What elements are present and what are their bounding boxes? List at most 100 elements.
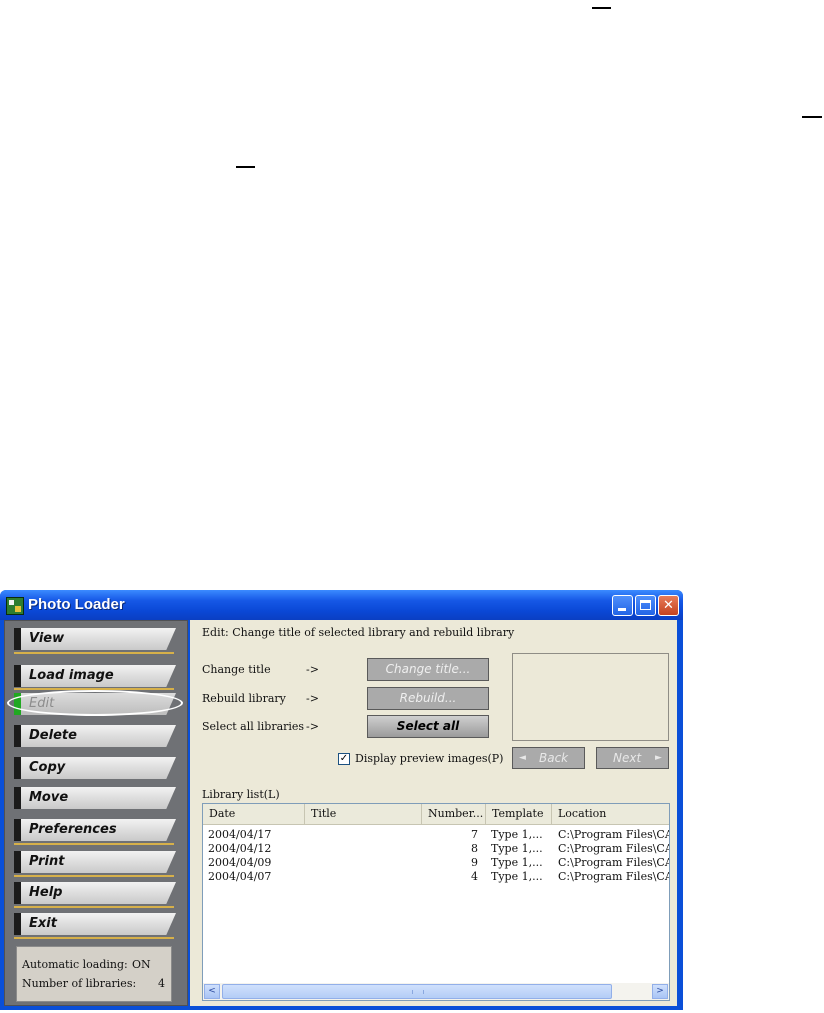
change-title-button[interactable]: Change title... xyxy=(367,658,489,681)
decorative-line xyxy=(236,166,255,168)
select-all-button[interactable]: Select all xyxy=(367,715,489,738)
sidebar-item-print[interactable]: Print xyxy=(14,851,176,873)
cell-number: 9 xyxy=(471,856,478,869)
divider xyxy=(14,937,174,939)
change-title-label: Change title xyxy=(202,663,271,676)
cell-location: C:\Program Files\CAS xyxy=(558,842,669,855)
preview-image-area xyxy=(512,653,669,741)
photo-loader-window: Photo Loader ✕ View Load image Edit Dele… xyxy=(0,590,683,1010)
decorative-line xyxy=(592,7,611,9)
sidebar-item-label: Exit xyxy=(29,916,57,931)
sidebar-item-label: View xyxy=(29,631,65,646)
cell-date: 2004/04/09 xyxy=(208,856,272,869)
sidebar-item-label: Help xyxy=(29,885,63,900)
divider xyxy=(14,652,174,654)
sidebar-item-exit[interactable]: Exit xyxy=(14,913,176,935)
horizontal-scrollbar[interactable]: < > xyxy=(203,983,669,1000)
cell-location: C:\Program Files\CAS xyxy=(558,856,669,869)
close-icon: ✕ xyxy=(663,598,674,613)
cell-number: 4 xyxy=(471,870,478,883)
tab-marker-icon xyxy=(14,628,21,650)
cell-number: 7 xyxy=(471,828,478,841)
title-bar[interactable]: Photo Loader ✕ xyxy=(0,590,683,620)
cell-date: 2004/04/12 xyxy=(208,842,272,855)
tab-marker-icon xyxy=(14,725,21,747)
next-arrow-icon: ► xyxy=(655,753,662,763)
auto-loading-label: Automatic loading: xyxy=(22,958,128,971)
table-row[interactable]: 2004/04/09 9 Type 1,... C:\Program Files… xyxy=(203,856,669,870)
sidebar-item-copy[interactable]: Copy xyxy=(14,757,176,779)
tab-marker-icon xyxy=(14,913,21,935)
tab-marker-icon xyxy=(14,787,21,809)
cell-location: C:\Program Files\CAS xyxy=(558,870,669,883)
next-label: Next xyxy=(613,751,642,765)
scroll-right-button[interactable]: > xyxy=(652,984,668,999)
cell-template: Type 1,... xyxy=(491,856,543,869)
column-header-date[interactable]: Date xyxy=(203,804,305,824)
sidebar: View Load image Edit Delete Copy Move Pr… xyxy=(4,620,188,1006)
divider xyxy=(14,875,174,877)
sidebar-item-help[interactable]: Help xyxy=(14,882,176,904)
column-header-template[interactable]: Template xyxy=(486,804,552,824)
select-all-label: Select all libraries xyxy=(202,720,305,733)
back-label: Back xyxy=(539,751,569,765)
cell-location: C:\Program Files\CAS xyxy=(558,828,669,841)
divider xyxy=(14,843,174,845)
column-header-location[interactable]: Location xyxy=(552,804,669,824)
sidebar-item-load-image[interactable]: Load image xyxy=(14,665,176,687)
chevron-right-icon: > xyxy=(656,986,664,996)
sidebar-item-preferences[interactable]: Preferences xyxy=(14,819,176,841)
arrow-text: -> xyxy=(306,663,319,676)
column-header-title[interactable]: Title xyxy=(305,804,422,824)
cell-date: 2004/04/17 xyxy=(208,828,272,841)
table-row[interactable]: 2004/04/12 8 Type 1,... C:\Program Files… xyxy=(203,842,669,856)
column-header-number[interactable]: Number... xyxy=(422,804,486,824)
sidebar-item-move[interactable]: Move xyxy=(14,787,176,809)
divider xyxy=(14,906,174,908)
display-preview-checkbox[interactable]: ✓ xyxy=(338,753,350,765)
main-panel: Edit: Change title of selected library a… xyxy=(190,620,677,1006)
back-button[interactable]: ◄ Back xyxy=(512,747,585,769)
library-list-label: Library list(L) xyxy=(202,788,280,801)
cell-template: Type 1,... xyxy=(491,870,543,883)
rebuild-button[interactable]: Rebuild... xyxy=(367,687,489,710)
sidebar-item-view[interactable]: View xyxy=(14,628,176,650)
arrow-text: -> xyxy=(306,720,319,733)
rebuild-library-label: Rebuild library xyxy=(202,692,286,705)
checkmark-icon: ✓ xyxy=(339,753,349,764)
cell-template: Type 1,... xyxy=(491,842,543,855)
table-row[interactable]: 2004/04/17 7 Type 1,... C:\Program Files… xyxy=(203,828,669,842)
description-text: Edit: Change title of selected library a… xyxy=(202,626,515,639)
sidebar-item-label: Delete xyxy=(29,728,77,743)
arrow-text: -> xyxy=(306,692,319,705)
sidebar-item-label: Load image xyxy=(29,668,114,683)
scroll-left-button[interactable]: < xyxy=(204,984,220,999)
scroll-thumb[interactable] xyxy=(222,984,612,999)
sidebar-item-label: Print xyxy=(29,854,65,869)
maximize-icon xyxy=(640,600,651,610)
close-button[interactable]: ✕ xyxy=(658,595,679,616)
auto-loading-value: ON xyxy=(132,958,151,971)
maximize-button[interactable] xyxy=(635,595,656,616)
libraries-count-value: 4 xyxy=(158,977,165,990)
cell-number: 8 xyxy=(471,842,478,855)
table-row[interactable]: 2004/04/07 4 Type 1,... C:\Program Files… xyxy=(203,870,669,884)
sidebar-item-label: Move xyxy=(29,790,69,805)
minimize-button[interactable] xyxy=(612,595,633,616)
back-arrow-icon: ◄ xyxy=(519,753,526,763)
chevron-left-icon: < xyxy=(208,986,216,996)
sidebar-item-delete[interactable]: Delete xyxy=(14,725,176,747)
status-panel: Automatic loading: ON Number of librarie… xyxy=(16,946,172,1002)
tab-marker-icon xyxy=(14,851,21,873)
library-list[interactable]: Date Title Number... Template Location 2… xyxy=(202,803,670,1001)
tab-marker-icon xyxy=(14,757,21,779)
sidebar-item-label: Preferences xyxy=(29,822,117,837)
highlight-ellipse xyxy=(7,690,183,716)
libraries-count-label: Number of libraries: xyxy=(22,977,137,990)
grip-icon xyxy=(412,990,424,994)
cell-template: Type 1,... xyxy=(491,828,543,841)
decorative-line xyxy=(802,116,822,118)
tab-marker-icon xyxy=(14,819,21,841)
next-button[interactable]: Next ► xyxy=(596,747,669,769)
display-preview-label: Display preview images(P) xyxy=(355,752,504,765)
